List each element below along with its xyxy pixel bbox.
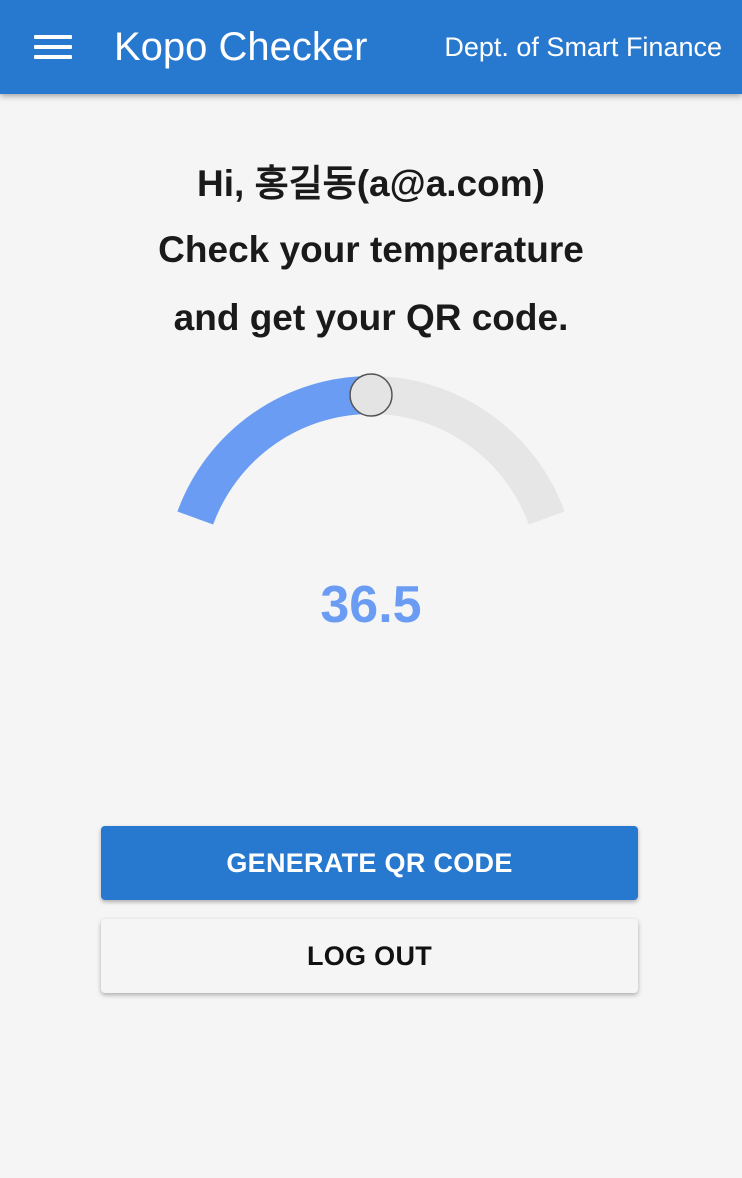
greeting-line: Hi, 홍길동(a@a.com) [197, 163, 545, 204]
gauge-fill [177, 376, 372, 525]
logout-button[interactable]: LOG OUT [101, 919, 638, 993]
instruction-line: and get your QR code. [173, 297, 569, 338]
gauge-slider-thumb[interactable] [349, 373, 393, 417]
menu-icon-bar [34, 55, 72, 59]
generate-qr-code-button[interactable]: GENERATE QR CODE [101, 826, 638, 900]
instruction-line: Check your temperature [158, 229, 584, 270]
department-label: Dept. of Smart Finance [444, 32, 722, 62]
app-bar: Kopo Checker Dept. of Smart Finance [0, 0, 742, 94]
menu-icon[interactable] [28, 30, 76, 66]
temperature-gauge[interactable] [140, 360, 602, 570]
menu-icon-bar [34, 35, 72, 39]
temperature-value: 36.5 [320, 576, 422, 634]
app-title: Kopo Checker [114, 25, 368, 69]
menu-icon-bar [34, 45, 72, 49]
